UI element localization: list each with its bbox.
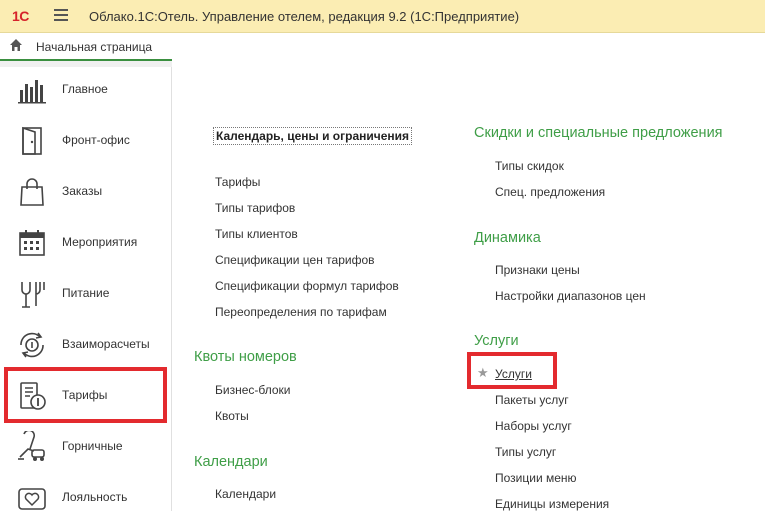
shopping-bag-icon	[20, 178, 44, 206]
link-menu-items[interactable]: Позиции меню	[495, 471, 577, 485]
home-icon	[10, 39, 22, 51]
link-service-packages[interactable]: Пакеты услуг	[495, 393, 569, 407]
link-services[interactable]: Услуги	[495, 367, 532, 381]
sidebar-item-label: Питание	[62, 286, 110, 300]
title-bar: 1С Облако.1С:Отель. Управление отелем, р…	[0, 0, 765, 33]
link-business-blocks[interactable]: Бизнес-блоки	[215, 383, 290, 397]
home-tab-label: Начальная страница	[36, 40, 153, 54]
link-service-sets[interactable]: Наборы услуг	[495, 419, 572, 433]
sidebar-item-label: Взаиморасчеты	[62, 337, 150, 351]
section-heading-dynamics: Динамика	[474, 230, 541, 246]
sidebar-item-tariffs[interactable]: Тарифы	[0, 370, 172, 421]
link-price-range-settings[interactable]: Настройки диапазонов цен	[495, 289, 646, 303]
sidebar-item-label: Заказы	[62, 184, 103, 198]
chart-bars-icon	[18, 80, 46, 104]
section-heading-discounts: Скидки и специальные предложения	[474, 125, 723, 141]
heart-card-icon	[18, 488, 46, 510]
sidebar-item-label: Мероприятия	[62, 235, 138, 249]
sidebar-item-loyalty[interactable]: Лояльность	[0, 472, 172, 511]
calendar-icon	[19, 230, 45, 256]
sidebar-item-label: Фронт-офис	[62, 133, 130, 147]
door-icon	[22, 126, 42, 155]
hamburger-menu-icon[interactable]	[54, 9, 68, 23]
fork-glass-icon	[21, 282, 45, 308]
star-icon[interactable]: ★	[477, 365, 489, 381]
link-tariff-formula-specs[interactable]: Спецификации формул тарифов	[215, 279, 399, 293]
link-tariffs[interactable]: Тарифы	[215, 175, 260, 189]
home-tab[interactable]: Начальная страница	[0, 33, 172, 61]
sidebar-item-label: Главное	[62, 82, 108, 96]
sidebar-item-food[interactable]: Питание	[0, 268, 172, 319]
main-content: Календарь, цены и ограничения Тарифы Тип…	[172, 33, 765, 511]
link-client-types[interactable]: Типы клиентов	[215, 227, 298, 241]
section-heading-calendar-prices[interactable]: Календарь, цены и ограничения	[213, 127, 413, 145]
app-logo[interactable]: 1С	[12, 8, 29, 24]
link-special-offers[interactable]: Спец. предложения	[495, 185, 605, 199]
sidebar-item-label: Тарифы	[62, 388, 108, 402]
link-tariff-price-specs[interactable]: Спецификации цен тарифов	[215, 253, 375, 267]
sidebar-item-front-office[interactable]: Фронт-офис	[0, 115, 172, 166]
link-tariff-types[interactable]: Типы тарифов	[215, 201, 295, 215]
sidebar-item-label: Лояльность	[62, 490, 128, 504]
link-service-types[interactable]: Типы услуг	[495, 445, 556, 459]
link-price-attributes[interactable]: Признаки цены	[495, 263, 580, 277]
sidebar-item-housekeeping[interactable]: Горничные	[0, 421, 172, 472]
link-quotas[interactable]: Квоты	[215, 409, 249, 423]
section-heading-calendars: Календари	[194, 454, 268, 470]
sidebar: Начальная страница Главное Фронт-офис За…	[0, 33, 172, 511]
section-heading-room-quotas: Квоты номеров	[194, 349, 297, 365]
sidebar-item-orders[interactable]: Заказы	[0, 166, 172, 217]
link-calendars[interactable]: Календари	[215, 487, 276, 501]
tariff-icon	[20, 382, 46, 410]
exchange-icon	[20, 332, 44, 358]
sidebar-item-main[interactable]: Главное	[0, 64, 172, 115]
sidebar-item-settlements[interactable]: Взаиморасчеты	[0, 319, 172, 370]
link-units[interactable]: Единицы измерения	[495, 497, 609, 511]
vacuum-icon	[18, 431, 45, 461]
link-discount-types[interactable]: Типы скидок	[495, 159, 564, 173]
link-tariff-overrides[interactable]: Переопределения по тарифам	[215, 305, 387, 319]
section-heading-services: Услуги	[474, 333, 519, 349]
window-title: Облако.1С:Отель. Управление отелем, реда…	[89, 9, 520, 24]
sidebar-item-label: Горничные	[62, 439, 123, 453]
sidebar-item-events[interactable]: Мероприятия	[0, 217, 172, 268]
